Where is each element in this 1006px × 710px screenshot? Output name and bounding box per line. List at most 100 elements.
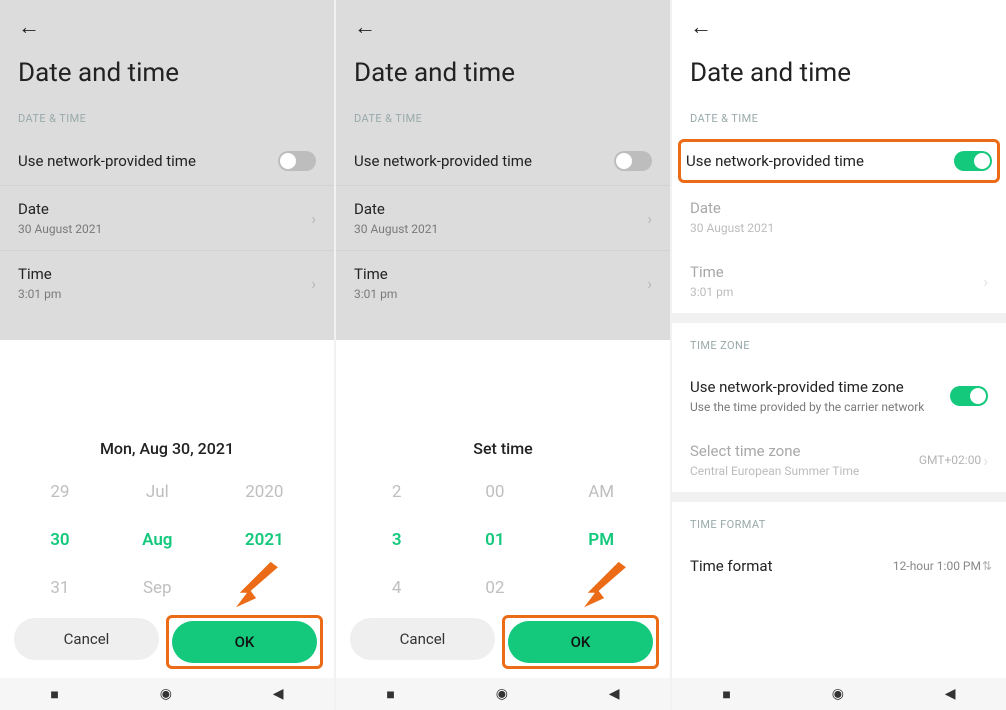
android-navbar: ■ ◉ ◀ [336, 678, 670, 710]
date-row: Date 30 August 2021 [672, 185, 1006, 249]
picker-val: 00 [485, 482, 504, 502]
gmt-value: GMT+02:00 [919, 453, 981, 467]
time-row[interactable]: Time 3:01 pm › [0, 251, 334, 315]
section-date-time: DATE & TIME [336, 108, 670, 137]
home-icon[interactable]: ◉ [832, 686, 844, 702]
use-network-tz-row[interactable]: Use network-provided time zone Use the t… [672, 364, 1006, 428]
use-network-time-label: Use network-provided time [354, 152, 614, 170]
page-title: Date and time [0, 48, 334, 108]
sheet-title: Mon, Aug 30, 2021 [14, 439, 320, 458]
day-column[interactable]: 29 30 31 [50, 482, 69, 598]
android-navbar: ■ ◉ ◀ [672, 678, 1006, 710]
picker-val-selected: 2021 [245, 530, 284, 550]
chevron-right-icon: › [983, 272, 988, 291]
minute-column[interactable]: 00 01 02 [485, 482, 504, 598]
time-label: Time [18, 265, 311, 283]
date-value: 30 August 2021 [354, 222, 647, 236]
cancel-button[interactable]: Cancel [14, 618, 159, 660]
picker-val: Jul [146, 482, 169, 502]
ok-button[interactable]: OK [508, 621, 653, 663]
use-network-tz-toggle[interactable] [950, 386, 988, 406]
time-value: 3:01 pm [354, 287, 647, 301]
date-value: 30 August 2021 [18, 222, 311, 236]
time-format-row[interactable]: Time format 12-hour 1:00 PM ⇅ [672, 543, 1006, 589]
picker-val-selected: 01 [485, 530, 504, 550]
picker-val: AM [588, 482, 614, 502]
date-row[interactable]: Date 30 August 2021 › [336, 186, 670, 251]
recent-apps-icon[interactable]: ■ [722, 686, 730, 703]
chevron-right-icon: › [311, 209, 316, 228]
use-network-tz-sub: Use the time provided by the carrier net… [690, 400, 950, 414]
use-network-time-toggle[interactable] [278, 151, 316, 171]
picker-val: 2020 [245, 482, 283, 502]
picker-val: Sep [143, 578, 172, 598]
date-picker[interactable]: 29 30 31 Jul Aug Sep 2020 2021 [14, 482, 320, 598]
hour-column[interactable]: 2 3 4 [392, 482, 402, 598]
recent-apps-icon[interactable]: ■ [386, 686, 394, 703]
picker-val: 02 [485, 578, 504, 598]
date-label: Date [18, 200, 311, 218]
time-row[interactable]: Time 3:01 pm › [336, 251, 670, 315]
arrow-icon [582, 560, 628, 610]
ok-button[interactable]: OK [172, 621, 317, 663]
back-icon[interactable]: ← [690, 15, 712, 40]
use-network-time-row[interactable]: Use network-provided time [0, 137, 334, 186]
use-network-tz-label: Use network-provided time zone [690, 378, 950, 396]
chevron-right-icon: › [311, 274, 316, 293]
picker-val-selected: Aug [142, 530, 172, 550]
chevron-right-icon: › [647, 274, 652, 293]
home-icon[interactable]: ◉ [496, 686, 508, 702]
section-date-time: DATE & TIME [0, 108, 334, 137]
picker-val: 4 [392, 578, 402, 598]
back-nav-icon[interactable]: ◀ [609, 686, 620, 702]
back-nav-icon[interactable]: ◀ [273, 686, 284, 702]
section-date-time: DATE & TIME [672, 108, 1006, 137]
chevron-right-icon: › [983, 451, 988, 470]
use-network-time-row[interactable]: Use network-provided time [672, 137, 1006, 185]
date-row[interactable]: Date 30 August 2021 › [0, 186, 334, 251]
page-title: Date and time [336, 48, 670, 108]
time-value: 3:01 pm [18, 287, 311, 301]
recent-apps-icon[interactable]: ■ [50, 686, 58, 703]
page-title: Date and time [672, 48, 1006, 108]
date-value: 30 August 2021 [690, 221, 988, 235]
use-network-time-toggle[interactable] [614, 151, 652, 171]
picker-val: 31 [50, 578, 69, 598]
time-label: Time [690, 263, 983, 281]
date-picker-sheet: Mon, Aug 30, 2021 29 30 31 Jul Aug Sep 2… [0, 417, 334, 678]
section-time-zone: TIME ZONE [672, 323, 1006, 364]
select-tz-sub: Central European Summer Time [690, 464, 919, 478]
home-icon[interactable]: ◉ [160, 686, 172, 702]
use-network-time-toggle[interactable] [954, 151, 992, 171]
month-column[interactable]: Jul Aug Sep [142, 482, 172, 598]
picker-val-selected: 3 [392, 530, 402, 550]
time-picker-sheet: Set time 2 3 4 00 01 02 AM PM [336, 417, 670, 678]
back-icon[interactable]: ← [18, 15, 40, 40]
time-picker[interactable]: 2 3 4 00 01 02 AM PM [350, 482, 656, 598]
android-navbar: ■ ◉ ◀ [0, 678, 334, 710]
picker-val-selected: 30 [50, 530, 69, 550]
time-label: Time [354, 265, 647, 283]
time-value: 3:01 pm [690, 285, 983, 299]
section-time-format: TIME FORMAT [672, 502, 1006, 543]
date-label: Date [354, 200, 647, 218]
updown-icon: ⇅ [983, 559, 988, 573]
picker-val: 2 [392, 482, 402, 502]
date-label: Date [690, 199, 988, 217]
time-format-label: Time format [690, 557, 893, 575]
picker-val: 29 [50, 482, 69, 502]
time-format-value: 12-hour 1:00 PM [893, 559, 981, 573]
cancel-button[interactable]: Cancel [350, 618, 495, 660]
use-network-time-label: Use network-provided time [18, 152, 278, 170]
use-network-time-row[interactable]: Use network-provided time [336, 137, 670, 186]
sheet-title: Set time [350, 439, 656, 458]
arrow-icon [234, 560, 280, 610]
back-icon[interactable]: ← [354, 15, 376, 40]
picker-val-selected: PM [588, 530, 614, 550]
time-row: Time 3:01 pm › [672, 249, 1006, 313]
chevron-right-icon: › [647, 209, 652, 228]
select-tz-row: Select time zone Central European Summer… [672, 428, 1006, 492]
select-tz-label: Select time zone [690, 442, 919, 460]
back-nav-icon[interactable]: ◀ [945, 686, 956, 702]
use-network-time-label: Use network-provided time [686, 152, 954, 170]
